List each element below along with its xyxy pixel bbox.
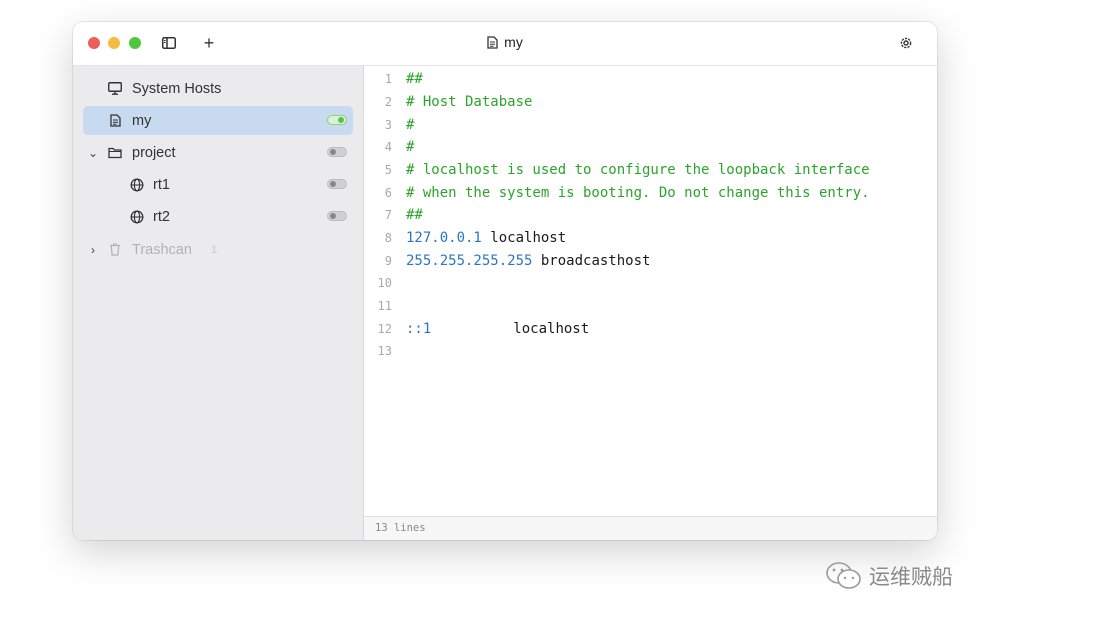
globe-icon bbox=[129, 209, 145, 225]
app-window: + my System Hosts my ⌄ project rt1 rt2 ›… bbox=[73, 22, 937, 540]
line-number: 2 bbox=[384, 95, 392, 109]
line-number: 8 bbox=[384, 231, 392, 245]
globe-icon bbox=[129, 177, 145, 193]
sidebar-item-project[interactable]: ⌄ project bbox=[83, 138, 353, 167]
chevron-down-icon[interactable]: ⌄ bbox=[87, 146, 99, 160]
sidebar-item-trashcan[interactable]: › Trashcan 1 bbox=[83, 235, 353, 264]
wechat-icon bbox=[826, 562, 861, 589]
host-toggle-switch[interactable] bbox=[327, 179, 347, 189]
code-comment: # when the system is booting. Do not cha… bbox=[406, 185, 870, 201]
line-number: 6 bbox=[384, 186, 392, 200]
hosts-editor[interactable]: 1 ## 2 # Host Database 3 # 4 # 5 # localhost … bbox=[364, 66, 937, 516]
trash-count-badge: 1 bbox=[211, 243, 218, 256]
code-comment: # Host Database bbox=[406, 94, 533, 110]
sidebar-item-rt2[interactable]: rt2 bbox=[83, 202, 353, 231]
monitor-icon bbox=[107, 81, 123, 97]
window-title-label: my bbox=[504, 34, 523, 50]
code-line: 9 255.255.255.255 broadcasthost bbox=[364, 250, 937, 272]
status-bar: 13 lines bbox=[364, 516, 937, 540]
chevron-right-icon[interactable]: › bbox=[87, 243, 99, 257]
code-line: 13 bbox=[364, 340, 937, 362]
sidebar-item-system-hosts[interactable]: System Hosts bbox=[83, 74, 353, 103]
hostname: localhost bbox=[513, 321, 590, 337]
trash-icon bbox=[107, 242, 123, 258]
sidebar: System Hosts my ⌄ project rt1 rt2 › Tras… bbox=[73, 66, 364, 540]
title-bar: + my bbox=[73, 22, 937, 66]
code-line: 7 ## bbox=[364, 204, 937, 226]
line-count: 13 lines bbox=[375, 522, 426, 534]
host-toggle-switch[interactable] bbox=[327, 147, 347, 157]
line-number: 12 bbox=[377, 322, 392, 336]
sidebar-item-label: System Hosts bbox=[132, 80, 222, 97]
folder-icon bbox=[107, 145, 123, 161]
code-comment: # localhost is used to configure the loo… bbox=[406, 162, 870, 178]
ip-address: ::1 bbox=[406, 321, 432, 337]
code-line: 12::1 localhost bbox=[364, 318, 937, 340]
code-line: 8 127.0.0.1 localhost bbox=[364, 227, 937, 249]
hostname: broadcasthost bbox=[540, 253, 651, 269]
watermark-text: 运维贼船 bbox=[869, 566, 953, 589]
sidebar-item-my[interactable]: my bbox=[83, 106, 353, 135]
code-line: 10 bbox=[364, 272, 937, 294]
host-toggle-switch[interactable] bbox=[327, 211, 347, 221]
code-line: 1 ## bbox=[364, 68, 937, 90]
code-comment: ## bbox=[406, 71, 423, 87]
ip-address: 127.0.0.1 bbox=[406, 230, 482, 246]
code-line: 5 # localhost is used to configure the lo… bbox=[364, 159, 937, 181]
hostname: localhost bbox=[490, 230, 567, 246]
sidebar-item-label: my bbox=[132, 112, 152, 129]
sidebar-item-rt1[interactable]: rt1 bbox=[83, 170, 353, 199]
code-entry: 255.255.255.255 broadcasthost bbox=[406, 250, 650, 272]
line-number: 11 bbox=[377, 299, 392, 313]
host-toggle-switch[interactable] bbox=[327, 115, 347, 125]
file-text-icon bbox=[487, 36, 498, 49]
code-line: 6 # when the system is booting. Do not ch… bbox=[364, 182, 937, 204]
sidebar-item-label: rt2 bbox=[153, 208, 170, 225]
code-comment: ## bbox=[406, 207, 423, 223]
code-entry: 127.0.0.1 localhost bbox=[406, 227, 566, 249]
code-line: 4 # bbox=[364, 136, 937, 158]
watermark: 运维贼船 bbox=[825, 560, 953, 592]
code-comment: # bbox=[406, 139, 415, 155]
line-number: 5 bbox=[384, 163, 392, 177]
line-number: 10 bbox=[377, 276, 392, 290]
line-number: 13 bbox=[377, 344, 392, 358]
line-number: 3 bbox=[384, 118, 392, 132]
sidebar-item-label: Trashcan bbox=[132, 241, 192, 258]
code-line: 3 # bbox=[364, 114, 937, 136]
code-comment: # bbox=[406, 117, 415, 133]
code-line: 2 # Host Database bbox=[364, 91, 937, 113]
sidebar-item-label: rt1 bbox=[153, 176, 170, 193]
code-line: 11 bbox=[364, 295, 937, 317]
code-entry: ::1 localhost bbox=[406, 318, 589, 340]
gear-icon[interactable] bbox=[897, 33, 915, 53]
window-title: my bbox=[73, 34, 937, 50]
file-text-icon bbox=[107, 113, 123, 129]
line-number: 7 bbox=[384, 208, 392, 222]
line-number: 1 bbox=[384, 72, 392, 86]
sidebar-item-label: project bbox=[132, 144, 176, 161]
line-number: 9 bbox=[384, 254, 392, 268]
line-number: 4 bbox=[384, 140, 392, 154]
ip-address: 255.255.255.255 bbox=[406, 253, 533, 269]
